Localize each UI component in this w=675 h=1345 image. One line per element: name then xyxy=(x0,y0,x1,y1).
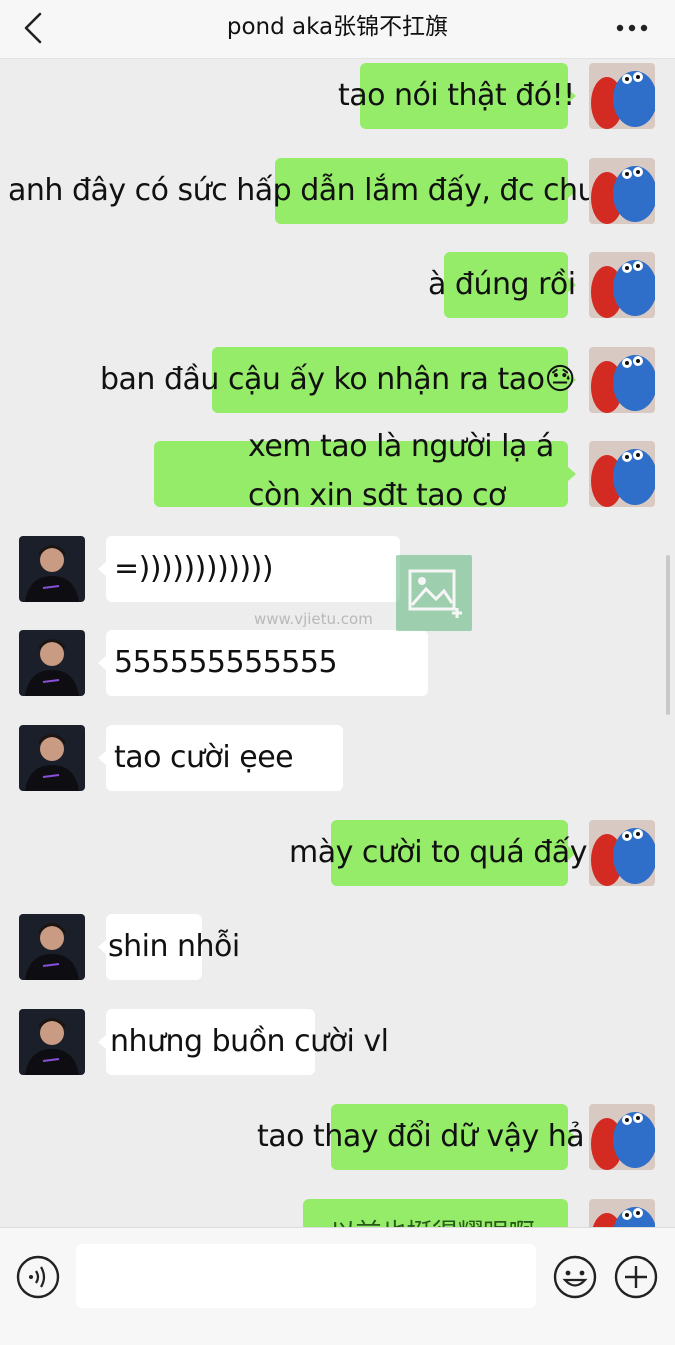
avatar-elmo-cookie-icon xyxy=(589,1199,655,1227)
avatar-self[interactable] xyxy=(589,1104,655,1170)
avatar-elmo-cookie-icon xyxy=(589,158,655,224)
image-icon xyxy=(408,569,462,618)
message-incoming: =)))))))))))) xyxy=(0,536,675,604)
chat-title: pond aka张锦不扛旗 xyxy=(226,14,449,40)
avatar-contact[interactable] xyxy=(19,630,85,696)
voice-icon xyxy=(16,1255,60,1299)
message-input[interactable] xyxy=(76,1244,536,1308)
avatar-contact[interactable] xyxy=(19,1009,85,1075)
message-outgoing: à đúng rồi xyxy=(0,252,675,320)
message-outgoing: 以前也挺得耀眼啊 xyxy=(0,1199,675,1227)
message-outgoing: anh đây có sức hấp dẫn lắm đấy, đc chưa xyxy=(0,158,675,226)
bubble-tail xyxy=(568,467,576,481)
emoji-button[interactable] xyxy=(553,1255,597,1299)
emoji-icon xyxy=(553,1255,597,1299)
avatar-self[interactable] xyxy=(589,1199,655,1227)
avatar-elmo-cookie-icon xyxy=(589,441,655,507)
avatar-contact-photo-icon xyxy=(19,630,85,696)
message-text: nhưng buồn cười vl xyxy=(110,1024,389,1059)
chat-messages[interactable]: tao nói thật đó!! anh đây có sức hấp dẫn… xyxy=(0,59,675,1227)
avatar-self[interactable] xyxy=(589,441,655,507)
message-text: ban đầu cậu ấy ko nhận ra tao😓 xyxy=(100,362,576,397)
avatar-elmo-cookie-icon xyxy=(589,1104,655,1170)
bubble-tail xyxy=(98,940,106,954)
message-text: tao thay đổi dữ vậy hả xyxy=(257,1119,585,1154)
chat-header: pond aka张锦不扛旗 xyxy=(0,0,675,59)
avatar-contact[interactable] xyxy=(19,725,85,791)
message-outgoing: mày cười to quá đấy xyxy=(0,820,675,888)
avatar-contact-photo-icon xyxy=(19,725,85,791)
avatar-elmo-cookie-icon xyxy=(589,820,655,886)
message-incoming: shin nhỗi xyxy=(0,914,675,982)
more-dots-icon xyxy=(616,24,648,32)
message-incoming: tao cười ẹee xyxy=(0,725,675,793)
scrollbar-thumb[interactable] xyxy=(666,555,670,715)
avatar-elmo-cookie-icon xyxy=(589,347,655,413)
input-bar xyxy=(0,1227,675,1345)
avatar-self[interactable] xyxy=(589,820,655,886)
plus-icon xyxy=(614,1255,658,1299)
message-text: mày cười to quá đấy xyxy=(289,835,587,870)
avatar-contact-photo-icon xyxy=(19,1009,85,1075)
watermark-image-icon xyxy=(396,555,472,631)
avatar-self[interactable] xyxy=(589,63,655,129)
message-text: 以前也挺得耀眼啊 xyxy=(330,1215,535,1227)
avatar-self[interactable] xyxy=(589,347,655,413)
message-text: tao cười ẹee xyxy=(114,740,294,775)
message-text-line1: xem tao là người lạ á xyxy=(248,429,554,464)
avatar-self[interactable] xyxy=(589,158,655,224)
bubble-tail xyxy=(98,562,106,576)
bubble-tail xyxy=(98,1035,106,1049)
message-outgoing: tao nói thật đó!! xyxy=(0,63,675,131)
message-text: anh đây có sức hấp dẫn lắm đấy, đc chưa xyxy=(8,173,614,208)
more-button[interactable] xyxy=(615,14,649,42)
message-text-line2: còn xin sđt tao cơ xyxy=(248,478,506,513)
message-text: shin nhỗi xyxy=(108,929,240,964)
message-outgoing: ban đầu cậu ấy ko nhận ra tao😓 xyxy=(0,347,675,415)
message-text: à đúng rồi xyxy=(428,267,576,302)
message-incoming: 555555555555 xyxy=(0,630,675,698)
message-outgoing: tao thay đổi dữ vậy hả xyxy=(0,1104,675,1172)
avatar-elmo-cookie-icon xyxy=(589,63,655,129)
avatar-contact[interactable] xyxy=(19,914,85,980)
message-incoming: nhưng buồn cười vl xyxy=(0,1009,675,1077)
message-text: tao nói thật đó!! xyxy=(338,78,575,113)
voice-button[interactable] xyxy=(16,1255,60,1299)
message-text: 555555555555 xyxy=(114,645,338,680)
bubble-tail xyxy=(98,751,106,765)
avatar-elmo-cookie-icon xyxy=(589,252,655,318)
message-outgoing: xem tao là người lạ á còn xin sđt tao cơ xyxy=(0,429,675,513)
avatar-self[interactable] xyxy=(589,252,655,318)
more-functions-button[interactable] xyxy=(614,1255,658,1299)
avatar-contact[interactable] xyxy=(19,536,85,602)
avatar-contact-photo-icon xyxy=(19,536,85,602)
avatar-contact-photo-icon xyxy=(19,914,85,980)
message-text: =)))))))))))) xyxy=(114,551,274,586)
watermark-text: www.vjietu.com xyxy=(254,610,373,628)
bubble-tail xyxy=(98,656,106,670)
